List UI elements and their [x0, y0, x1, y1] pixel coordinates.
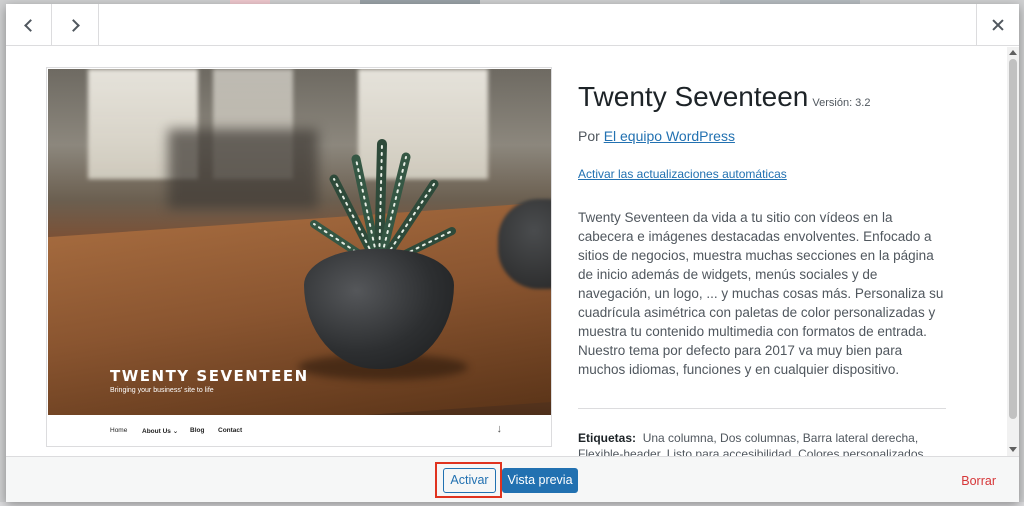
previous-theme-button[interactable] — [6, 4, 52, 46]
live-preview-button[interactable]: Vista previa — [502, 468, 578, 493]
screenshot-nav-about: About Us ⌄ — [142, 428, 179, 435]
divider — [578, 408, 946, 409]
modal-footer: Activar Vista previa Borrar — [6, 456, 1019, 502]
theme-version: Versión: 3.2 — [812, 97, 871, 109]
screenshot-nav-bar: Home About Us ⌄ Blog Contact ↓ — [48, 415, 551, 446]
theme-author: Por El equipo WordPress — [578, 128, 735, 144]
screenshot-site-title: TWENTY SEVENTEEN — [110, 367, 309, 385]
enable-auto-updates-link[interactable]: Activar las actualizaciones automáticas — [578, 167, 787, 181]
scroll-down-icon[interactable] — [1009, 447, 1017, 452]
scroll-thumb[interactable] — [1009, 59, 1017, 419]
screenshot-nav-home: Home — [110, 427, 128, 434]
next-theme-button[interactable] — [53, 4, 99, 46]
chevron-left-icon — [24, 18, 37, 32]
theme-name-heading: Twenty Seventeen Versión: 3.2 — [578, 81, 871, 112]
theme-description: Twenty Seventeen da vida a tu sitio con … — [578, 210, 944, 377]
close-modal-button[interactable] — [976, 4, 1019, 46]
screenshot-site-tagline: Bringing your business' site to life — [110, 387, 214, 394]
chevron-right-icon — [67, 18, 80, 32]
screenshot-hero-image: TWENTY SEVENTEEN Bringing your business'… — [48, 69, 551, 415]
theme-tags: Etiquetas: Una columna, Dos columnas, Ba… — [578, 431, 927, 456]
theme-author-link[interactable]: El equipo WordPress — [604, 128, 735, 144]
modal-content: TWENTY SEVENTEEN Bringing your business'… — [6, 47, 1019, 456]
activate-button[interactable]: Activar — [443, 468, 496, 493]
modal-header — [6, 4, 1019, 46]
screenshot-nav-contact: Contact — [218, 427, 243, 434]
close-icon — [992, 19, 1004, 31]
backdrop-bottom — [0, 502, 1024, 506]
arrow-down-icon: ↓ — [496, 423, 503, 435]
screenshot-nav-blog: Blog — [190, 427, 205, 434]
theme-screenshot: TWENTY SEVENTEEN Bringing your business'… — [46, 67, 552, 447]
theme-info: Twenty Seventeen Versión: 3.2 Por El equi… — [578, 47, 950, 456]
chevron-down-icon: ⌄ — [172, 428, 179, 435]
delete-theme-link[interactable]: Borrar — [961, 474, 996, 488]
content-scrollbar[interactable] — [1007, 47, 1019, 456]
theme-details-modal: TWENTY SEVENTEEN Bringing your business'… — [6, 4, 1019, 502]
scroll-up-icon[interactable] — [1009, 50, 1017, 55]
